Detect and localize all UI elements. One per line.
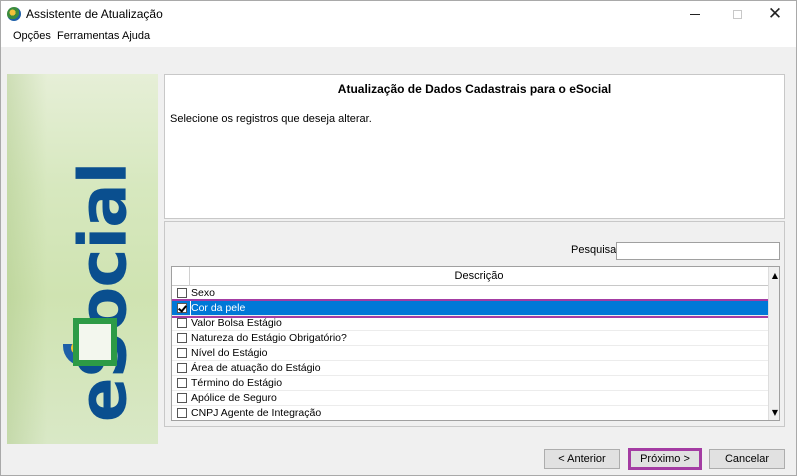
vertical-scrollbar[interactable]: ▲ ▼ [768,267,779,420]
banner-shade [7,74,47,444]
search-input[interactable] [616,242,780,260]
menu-ajuda[interactable]: Ajuda [122,30,150,42]
next-button[interactable]: Próximo > [628,448,702,470]
column-header-descricao[interactable]: Descrição [190,270,768,282]
cancel-button[interactable]: Cancelar [709,449,785,469]
menu-opcoes[interactable]: Opções [13,30,51,42]
row-checkbox[interactable] [177,303,187,313]
esocial-banner: eSocial [7,74,158,444]
grid-rows: Sexo Cor da pele Valor Bolsa Estágio Nature… [172,286,770,420]
esocial-logo-text: eSocial [64,162,142,423]
table-row[interactable]: Natureza do Estágio Obrigatório? [172,331,768,346]
row-label: Apólice de Seguro [191,392,277,404]
table-row[interactable]: Valor Bolsa Estágio [172,316,768,331]
esocial-logo-icon [73,318,117,366]
row-label: Cor da pele [191,302,246,314]
table-row[interactable]: Término do Estágio [172,376,768,391]
minimize-icon [690,13,700,15]
records-grid: Descrição Sexo Cor da pele Valor Bolsa Est… [171,266,780,421]
close-button[interactable]: ✕ [757,1,793,27]
row-label: Término do Estágio [191,377,283,389]
row-label: CNPJ Agente de Integração [191,407,322,419]
minimize-button[interactable] [677,1,713,27]
row-checkbox[interactable] [177,318,187,328]
row-label: Valor Bolsa Estágio [191,317,282,329]
maximize-icon [732,9,742,19]
page-title: Atualização de Dados Cadastrais para o e… [337,82,612,96]
row-checkbox[interactable] [177,378,187,388]
close-icon: ✕ [767,3,783,24]
table-row[interactable]: Área de atuação do Estágio [172,361,768,376]
table-row[interactable]: Cor da pele [172,299,770,318]
table-row[interactable]: Nível do Estágio [172,346,768,361]
menu-bar: Opções Ferramentas Ajuda [1,27,796,47]
row-checkbox[interactable] [177,408,187,418]
grid-panel: Pesquisa: Descrição Sexo Cor da pele Valor… [164,221,785,427]
grid-header: Descrição [172,267,768,286]
window-title: Assistente de Atualização [26,7,163,21]
app-window: Assistente de Atualização ✕ Opções Ferra… [0,0,797,476]
search-label: Pesquisa: [571,244,620,256]
checkbox-column-header[interactable] [172,267,190,286]
row-label: Nível do Estágio [191,347,268,359]
row-checkbox[interactable] [177,333,187,343]
row-checkbox[interactable] [177,393,187,403]
table-row[interactable]: Sexo [172,286,768,301]
row-label: Área de atuação do Estágio [191,362,321,374]
table-row[interactable]: Apólice de Seguro [172,391,768,406]
app-icon [7,7,21,21]
row-checkbox[interactable] [177,348,187,358]
title-bar[interactable]: Assistente de Atualização ✕ [1,1,796,27]
scroll-up-icon[interactable]: ▲ [769,269,779,281]
info-panel: Atualização de Dados Cadastrais para o e… [164,74,785,219]
table-row[interactable]: CNPJ Agente de Integração [172,406,768,420]
maximize-button[interactable] [719,1,755,27]
scroll-down-icon[interactable]: ▼ [769,406,779,418]
row-checkbox[interactable] [177,363,187,373]
row-checkbox[interactable] [177,288,187,298]
menu-ferramentas[interactable]: Ferramentas [57,30,119,42]
page-subtitle: Selecione os registros que deseja altera… [170,113,372,125]
row-label: Sexo [191,287,215,299]
row-label: Natureza do Estágio Obrigatório? [191,332,347,344]
previous-button[interactable]: < Anterior [544,449,620,469]
